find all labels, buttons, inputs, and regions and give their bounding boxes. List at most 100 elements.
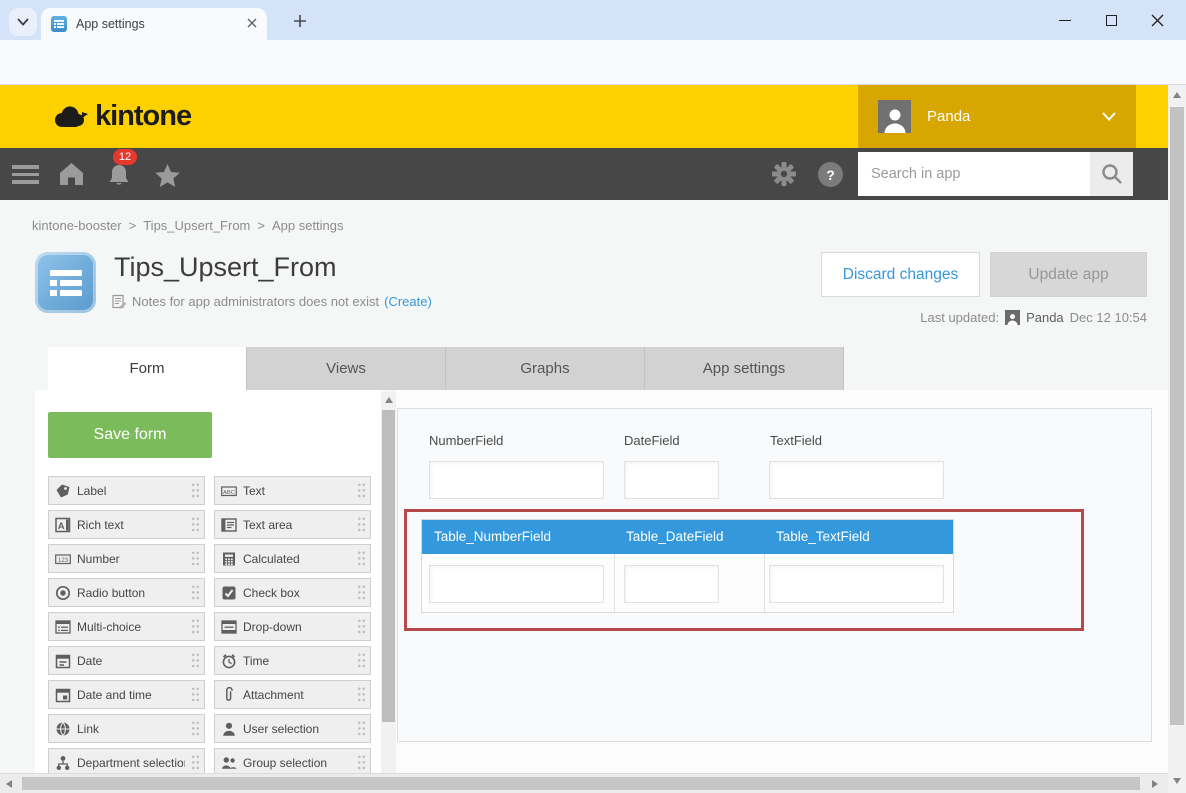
minimize-button[interactable] [1042, 0, 1088, 40]
datefield-input[interactable] [624, 461, 719, 499]
plus-icon [293, 14, 307, 28]
admin-notes-line: Notes for app administrators does not ex… [112, 294, 432, 309]
drag-handle-dots [357, 652, 366, 669]
palette-item-attachment[interactable]: Attachment [214, 680, 371, 709]
breadcrumb-item: App settings [272, 218, 344, 233]
palette-item-date[interactable]: Date [48, 646, 205, 675]
tab-close-button[interactable] [247, 15, 257, 33]
palette-item-rich-text[interactable]: A Rich text [48, 510, 205, 539]
numberfield-input[interactable] [429, 461, 604, 499]
horizontal-scrollbar[interactable] [0, 773, 1168, 793]
horizontal-scrollbar-thumb[interactable] [22, 777, 1140, 790]
last-updated-user: Panda [1026, 310, 1064, 325]
field-label: NumberField [429, 433, 503, 448]
last-updated-label: Last updated: [920, 310, 999, 325]
tab-app-settings[interactable]: App settings [645, 347, 844, 390]
settings-tabs: Form Views Graphs App settings [48, 347, 844, 390]
form-canvas-panel: NumberField DateField TextField Table_Nu… [397, 408, 1152, 742]
browser-tab[interactable]: App settings [41, 8, 267, 40]
browser-toolbar: pandafirm.cybozu.com/k/admin/app/flow?ap… [0, 40, 1186, 85]
group-icon [221, 755, 237, 771]
drag-handle-dots [357, 618, 366, 635]
close-icon [1151, 14, 1164, 27]
table-datefield-input[interactable] [624, 565, 719, 603]
drag-handle-dots [357, 516, 366, 533]
kintone-logo[interactable]: kintone [52, 100, 191, 133]
datetime-icon [55, 687, 71, 703]
user-icon [221, 721, 237, 737]
palette-item-radio-button[interactable]: Radio button [48, 578, 205, 607]
palette-item-user-selection[interactable]: User selection [214, 714, 371, 743]
search-icon [1100, 162, 1124, 186]
last-updated-line: Last updated: Panda Dec 12 10:54 [920, 310, 1147, 325]
palette-scrollbar[interactable] [381, 392, 396, 773]
app-icon [35, 252, 96, 313]
palette-item-number[interactable]: 123 Number [48, 544, 205, 573]
scroll-left-arrow-icon[interactable] [6, 780, 12, 788]
palette-item-department-selection[interactable]: Department selection [48, 748, 205, 773]
palette-item-group-selection[interactable]: Group selection [214, 748, 371, 773]
tab-search-button[interactable] [9, 8, 37, 36]
drag-handle-dots [191, 686, 200, 703]
time-icon [221, 653, 237, 669]
discard-changes-button[interactable]: Discard changes [821, 252, 980, 297]
drag-handle-dots [191, 754, 200, 771]
palette-item-multi-choice[interactable]: Multi-choice [48, 612, 205, 641]
scroll-right-arrow-icon[interactable] [1152, 780, 1158, 788]
form-canvas-region: NumberField DateField TextField Table_Nu… [396, 390, 1168, 773]
search-input[interactable] [858, 152, 1090, 196]
new-tab-button[interactable] [286, 7, 314, 35]
breadcrumb-item[interactable]: Tips_Upsert_From [143, 218, 250, 233]
textfield-input[interactable] [769, 461, 944, 499]
hamburger-menu-icon[interactable] [12, 161, 39, 188]
search-button[interactable] [1090, 152, 1133, 196]
create-notes-link[interactable]: (Create) [384, 294, 432, 309]
palette-item-text-area[interactable]: Text area [214, 510, 371, 539]
app-settings-gear-icon[interactable] [771, 161, 797, 187]
save-form-button[interactable]: Save form [48, 412, 212, 458]
scroll-down-arrow-icon[interactable] [1173, 778, 1181, 784]
text-icon: ABC [221, 483, 237, 499]
global-nav-bar: 12 ? [0, 148, 1168, 200]
page-scrollbar[interactable] [1168, 85, 1186, 793]
table-numberfield-input[interactable] [429, 565, 604, 603]
date-icon [55, 653, 71, 669]
drag-handle-dots [191, 482, 200, 499]
palette-item-check-box[interactable]: Check box [214, 578, 371, 607]
maximize-icon [1106, 15, 1117, 26]
palette-item-drop-down[interactable]: Drop-down [214, 612, 371, 641]
palette-item-text[interactable]: ABC Text [214, 476, 371, 505]
palette-item-time[interactable]: Time [214, 646, 371, 675]
table-column-header: Table_NumberField [422, 520, 614, 554]
update-app-button[interactable]: Update app [990, 252, 1147, 297]
page-scrollbar-thumb[interactable] [1170, 107, 1184, 725]
form-builder-content: Save form Label ABC Text A Rich text Tex… [0, 390, 1168, 793]
notifications-bell-icon[interactable] [106, 163, 132, 188]
breadcrumb-item[interactable]: kintone-booster [32, 218, 122, 233]
last-updated-avatar-icon [1005, 310, 1020, 325]
table-textfield-input[interactable] [769, 565, 944, 603]
notes-text: Notes for app administrators does not ex… [132, 294, 379, 309]
tab-views[interactable]: Views [247, 347, 446, 390]
table-column-divider [764, 554, 765, 612]
tab-graphs[interactable]: Graphs [446, 347, 645, 390]
palette-item-link[interactable]: Link [48, 714, 205, 743]
scroll-up-arrow-icon[interactable] [385, 397, 393, 403]
multi-choice-icon [55, 619, 71, 635]
scroll-up-arrow-icon[interactable] [1173, 92, 1181, 98]
palette-item-calculated[interactable]: Calculated [214, 544, 371, 573]
tab-form[interactable]: Form [48, 347, 247, 390]
dropdown-icon [221, 619, 237, 635]
palette-scrollbar-thumb[interactable] [382, 410, 395, 722]
palette-item-label[interactable]: Label [48, 476, 205, 505]
drag-handle-dots [357, 550, 366, 567]
palette-item-date-and-time[interactable]: Date and time [48, 680, 205, 709]
app-settings-header: kintone-booster>Tips_Upsert_From>App set… [0, 200, 1168, 390]
user-menu[interactable]: Panda [858, 85, 1136, 148]
close-window-button[interactable] [1134, 0, 1180, 40]
attachment-icon [221, 687, 237, 703]
help-button[interactable]: ? [818, 162, 843, 187]
maximize-button[interactable] [1088, 0, 1134, 40]
nav-home-icon[interactable] [58, 161, 85, 187]
nav-favorites-star-icon[interactable] [154, 163, 181, 188]
